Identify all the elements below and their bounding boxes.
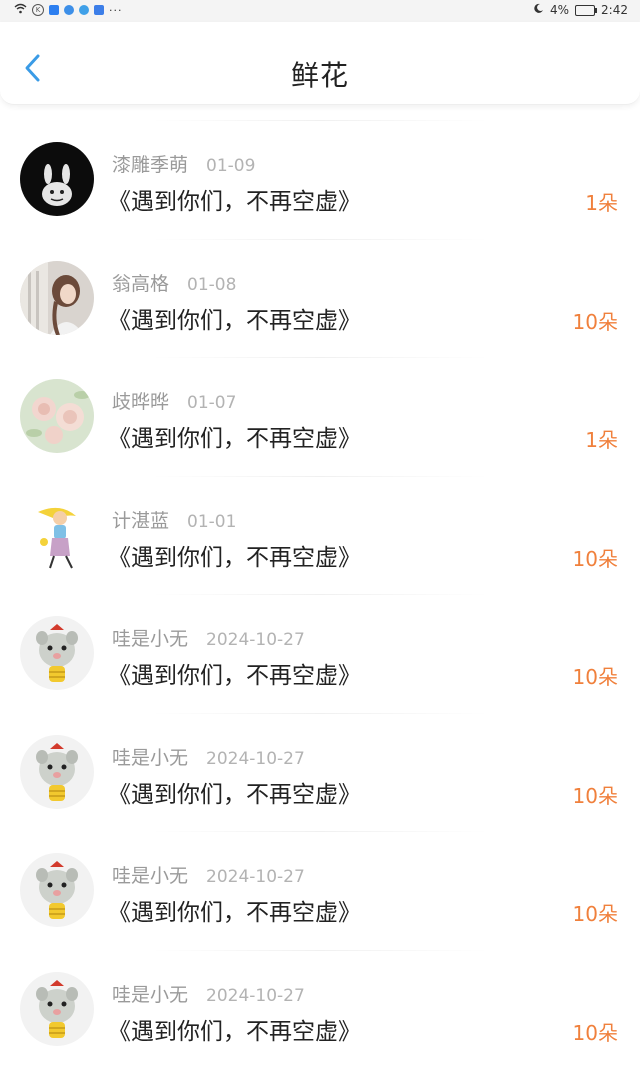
avatar[interactable] — [20, 972, 94, 1046]
sender-line: 哇是小无 2024-10-27 — [112, 980, 305, 1007]
more-notifications-icon: ··· — [109, 4, 123, 17]
clock-time: 2:42 — [601, 3, 628, 17]
sender-name: 歧晔晔 — [112, 391, 169, 413]
flower-count: 10朵 — [573, 898, 618, 927]
sender-name: 翁高格 — [112, 273, 169, 295]
list-item[interactable]: 哇是小无 2024-10-27 《遇到你们，不再空虚》 10朵 — [0, 831, 640, 950]
row-divider — [150, 120, 490, 121]
battery-icon — [575, 5, 595, 16]
send-date: 2024-10-27 — [206, 867, 305, 887]
sender-name: 哇是小无 — [112, 628, 188, 650]
message-text: 《遇到你们，不再空虚》 — [108, 182, 361, 216]
list-item[interactable]: 计湛蓝 01-01 《遇到你们，不再空虚》 10朵 — [0, 476, 640, 595]
list-item[interactable]: 漆雕季萌 01-09 《遇到你们，不再空虚》 1朵 — [0, 120, 640, 239]
message-text: 《遇到你们，不再空虚》 — [108, 538, 361, 572]
flower-count: 10朵 — [573, 543, 618, 572]
sender-line: 哇是小无 2024-10-27 — [112, 743, 305, 770]
flower-count: 1朵 — [585, 187, 618, 216]
status-left-icons: K ··· — [14, 3, 123, 17]
list-item[interactable]: 翁高格 01-08 《遇到你们，不再空虚》 10朵 — [0, 239, 640, 358]
send-date: 01-09 — [206, 156, 255, 176]
status-bar: K ··· 4% 2:42 — [0, 0, 640, 22]
mail-icon — [94, 5, 104, 15]
header-bar: 鲜花 — [0, 22, 640, 105]
app-notification-icon — [64, 5, 74, 15]
flower-record-list: 漆雕季萌 01-09 《遇到你们，不再空虚》 1朵 翁高格 01-08 《遇到你们，… — [0, 120, 640, 1068]
wifi-icon — [14, 3, 27, 17]
message-text: 《遇到你们，不再空虚》 — [108, 656, 361, 690]
flower-count: 10朵 — [573, 661, 618, 690]
row-divider — [150, 594, 490, 595]
avatar[interactable] — [20, 261, 94, 335]
moon-icon — [533, 3, 544, 17]
app-notification-icon — [79, 5, 89, 15]
send-date: 01-07 — [187, 393, 236, 413]
message-text: 《遇到你们，不再空虚》 — [108, 1012, 361, 1046]
send-date: 01-08 — [187, 275, 236, 295]
list-item[interactable]: 哇是小无 2024-10-27 《遇到你们，不再空虚》 10朵 — [0, 950, 640, 1068]
row-divider — [150, 357, 490, 358]
app-notification-icon — [49, 5, 59, 15]
message-text: 《遇到你们，不再空虚》 — [108, 301, 361, 335]
list-item[interactable]: 歧晔晔 01-07 《遇到你们，不再空虚》 1朵 — [0, 357, 640, 476]
list-item[interactable]: 哇是小无 2024-10-27 《遇到你们，不再空虚》 10朵 — [0, 713, 640, 832]
sender-line: 计湛蓝 01-01 — [112, 506, 236, 533]
sender-name: 哇是小无 — [112, 865, 188, 887]
send-date: 2024-10-27 — [206, 749, 305, 769]
avatar[interactable] — [20, 616, 94, 690]
flower-count: 10朵 — [573, 306, 618, 335]
row-divider — [150, 950, 490, 951]
avatar[interactable] — [20, 142, 94, 216]
k-badge-icon: K — [32, 4, 44, 16]
avatar[interactable] — [20, 853, 94, 927]
row-divider — [150, 239, 490, 240]
status-right-icons: 4% 2:42 — [533, 3, 628, 17]
sender-line: 翁高格 01-08 — [112, 269, 236, 296]
row-divider — [150, 831, 490, 832]
send-date: 01-01 — [187, 512, 236, 532]
sender-line: 哇是小无 2024-10-27 — [112, 861, 305, 888]
sender-name: 计湛蓝 — [112, 510, 169, 532]
sender-line: 歧晔晔 01-07 — [112, 387, 236, 414]
flower-count: 10朵 — [573, 1017, 618, 1046]
avatar[interactable] — [20, 498, 94, 572]
flower-count: 10朵 — [573, 780, 618, 809]
message-text: 《遇到你们，不再空虚》 — [108, 775, 361, 809]
sender-name: 哇是小无 — [112, 747, 188, 769]
send-date: 2024-10-27 — [206, 630, 305, 650]
sender-line: 哇是小无 2024-10-27 — [112, 624, 305, 651]
sender-name: 哇是小无 — [112, 984, 188, 1006]
sender-line: 漆雕季萌 01-09 — [112, 150, 255, 177]
send-date: 2024-10-27 — [206, 986, 305, 1006]
battery-percent: 4% — [550, 3, 569, 17]
flower-count: 1朵 — [585, 424, 618, 453]
page-title: 鲜花 — [0, 54, 640, 94]
message-text: 《遇到你们，不再空虚》 — [108, 419, 361, 453]
avatar[interactable] — [20, 735, 94, 809]
row-divider — [150, 476, 490, 477]
avatar[interactable] — [20, 379, 94, 453]
row-divider — [150, 713, 490, 714]
sender-name: 漆雕季萌 — [112, 154, 188, 176]
message-text: 《遇到你们，不再空虚》 — [108, 893, 361, 927]
list-item[interactable]: 哇是小无 2024-10-27 《遇到你们，不再空虚》 10朵 — [0, 594, 640, 713]
